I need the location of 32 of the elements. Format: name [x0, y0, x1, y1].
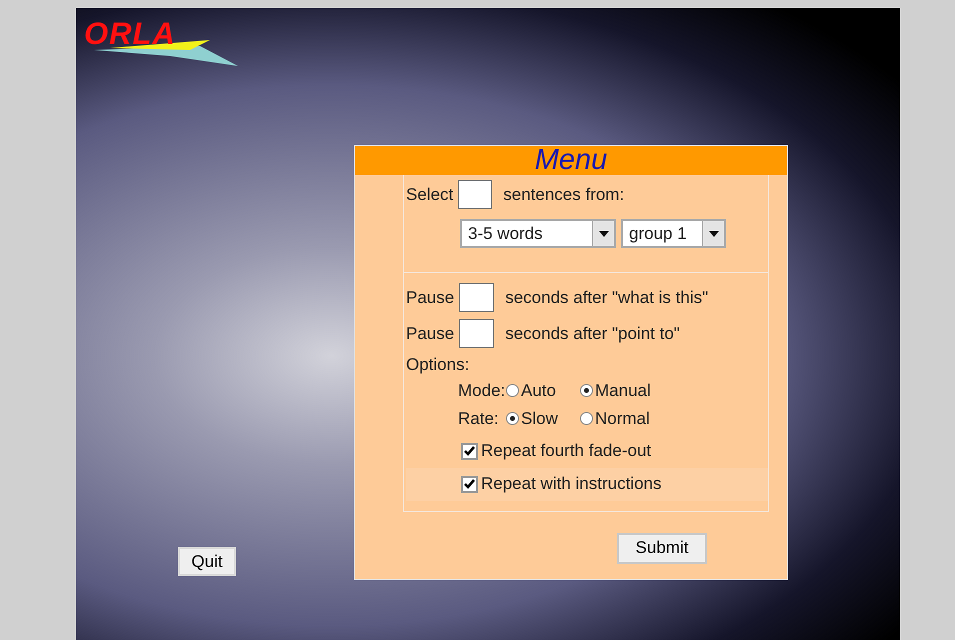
logo-text: ORLA	[84, 16, 176, 52]
sentence-count-field[interactable]	[458, 180, 492, 209]
radio-label: Auto	[521, 380, 556, 402]
radio-button[interactable]	[580, 412, 593, 425]
seconds-field[interactable]	[459, 319, 494, 348]
pause-label: Pause	[406, 322, 454, 345]
radio-label: Manual	[595, 380, 651, 402]
menu-title: Menu	[534, 146, 608, 174]
quit-button[interactable]: Quit	[178, 547, 236, 576]
radio-group-label: Mode:	[458, 380, 506, 402]
pause-suffix: seconds after "what is this"	[505, 286, 708, 309]
submit-button[interactable]: Submit	[617, 532, 707, 564]
checkbox-label: Repeat with instructions	[481, 473, 662, 496]
pause-suffix: seconds after "point to"	[505, 322, 680, 345]
radio-button[interactable]	[580, 384, 593, 397]
seconds-field[interactable]	[459, 283, 494, 312]
checkbox[interactable]	[461, 442, 478, 460]
dropdown[interactable]: 3-5 words	[460, 219, 616, 248]
radio-button[interactable]	[506, 384, 519, 397]
caret-icon	[598, 230, 608, 236]
radio-label: Normal	[595, 408, 650, 430]
select-label: Select	[406, 184, 454, 206]
checkbox-label: Repeat fourth fade-out	[481, 440, 652, 462]
radio-button[interactable]	[506, 412, 519, 425]
dropdown[interactable]: group 1	[621, 219, 726, 248]
checkbox[interactable]	[461, 476, 478, 492]
select-suffix: sentences from:	[503, 184, 624, 206]
radio-label: Slow	[521, 408, 558, 430]
caret-icon	[708, 230, 718, 236]
radio-group-label: Rate:	[458, 408, 500, 430]
options-label: Options:	[406, 354, 470, 376]
pause-label: Pause	[406, 286, 454, 309]
